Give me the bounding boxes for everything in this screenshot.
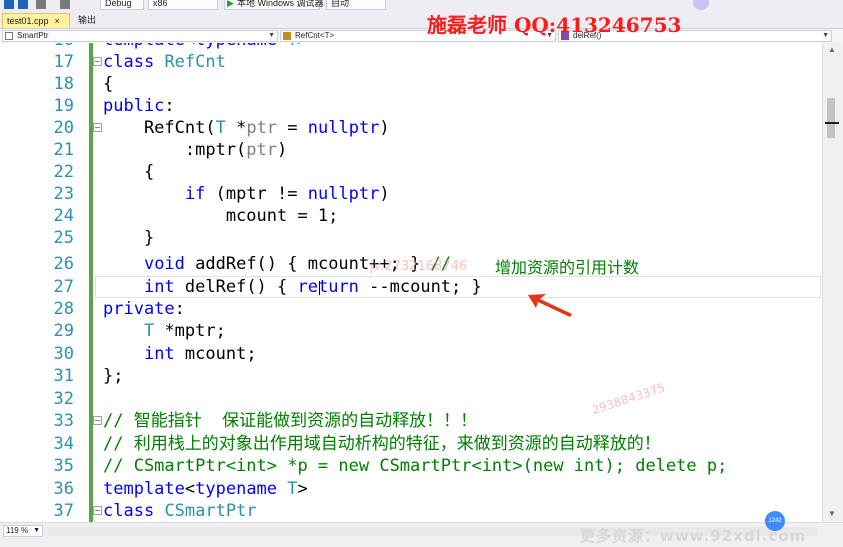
annotation-note: 增加资源的引用计数 xyxy=(495,258,640,277)
class-icon xyxy=(283,32,291,40)
code-line: 23 if (mptr != nullptr) xyxy=(53,184,390,204)
project-scope-dropdown[interactable]: SmartPtr ▼ xyxy=(2,30,278,42)
code-line: 21 :mptr(ptr) xyxy=(53,140,288,160)
tab-label: test01.cpp xyxy=(7,16,49,26)
watermark-title: 施磊老师 QQ:413246753 xyxy=(427,13,682,37)
code-line: 31}; xyxy=(53,366,124,386)
run-label: 本地 Windows 调试器 xyxy=(237,0,324,8)
document-tab-row: test01.cpp × 输出 xyxy=(0,12,843,28)
chevron-down-icon: ▼ xyxy=(268,32,275,39)
save-all-icon[interactable] xyxy=(18,0,28,9)
project-icon xyxy=(5,32,13,40)
code-line: 20− RefCnt(T *ptr = nullptr) xyxy=(53,118,390,138)
code-line: 17− class RefCnt xyxy=(53,52,226,72)
code-line: 33−// 智能指针 保证能做到资源的自动释放！！！ xyxy=(53,411,478,431)
tab-test01-cpp[interactable]: test01.cpp × xyxy=(2,13,70,28)
code-editor[interactable]: 16template<typename T> 17−class RefCnt 1… xyxy=(0,43,822,522)
scroll-marker xyxy=(825,122,839,124)
code-line: 34// 利用栈上的对象出作用域自动析构的特征，来做到资源的自动释放的！ xyxy=(53,434,661,454)
navigation-bar: SmartPtr ▼ RefCnt<T> ▼ delRef() ▼ xyxy=(0,28,843,44)
chevron-down-icon: ▼ xyxy=(33,527,40,534)
undo-icon[interactable] xyxy=(36,0,46,9)
zoom-value: 119 % xyxy=(6,526,29,535)
code-line: 32 xyxy=(53,389,74,409)
tab-label: 输出 xyxy=(78,15,97,25)
code-line: 25 } xyxy=(53,228,155,248)
code-line: 37− class CSmartPtr xyxy=(53,501,257,521)
close-tab-icon[interactable]: × xyxy=(55,14,60,28)
code-line: 30 int mcount; xyxy=(53,344,257,364)
fold-icon[interactable]: − xyxy=(93,123,102,132)
fold-icon[interactable]: − xyxy=(93,416,102,425)
code-line: 19 public: xyxy=(53,96,175,116)
feedback-icon[interactable] xyxy=(693,0,709,10)
class-value: RefCnt<T> xyxy=(295,31,335,40)
code-line: 18{ xyxy=(53,74,114,94)
project-scope-value: SmartPtr xyxy=(17,31,49,40)
platform-dropdown[interactable]: x86 xyxy=(148,0,218,10)
code-line: 22 { xyxy=(53,162,155,182)
fold-icon[interactable]: − xyxy=(93,57,102,66)
code-line: 28 private: xyxy=(53,299,185,319)
text-cursor xyxy=(319,281,320,295)
fold-icon[interactable]: − xyxy=(93,506,102,515)
notification-badge[interactable]: 1242 xyxy=(765,511,785,531)
redo-icon[interactable] xyxy=(60,0,70,9)
scroll-thumb[interactable] xyxy=(827,98,835,138)
code-line: 29 T *mptr; xyxy=(53,321,226,341)
code-line: 24 mcount = 1; xyxy=(53,206,339,226)
watermark-number: jv.2732168746 xyxy=(370,259,468,274)
tab-output[interactable]: 输出 xyxy=(74,13,98,28)
play-icon: ▶ xyxy=(227,0,234,8)
zoom-dropdown[interactable]: 119 % ▼ xyxy=(3,525,43,537)
chevron-down-icon: ▼ xyxy=(822,32,829,39)
code-line-current: 27 int delRef() { return --mcount; } xyxy=(53,277,482,297)
run-mode-dropdown[interactable]: 自动 xyxy=(326,0,386,10)
run-debugger-button[interactable]: ▶ 本地 Windows 调试器 xyxy=(224,0,324,10)
vertical-scrollbar[interactable]: ▲ ▼ xyxy=(822,43,843,522)
code-line: 36 template<typename T> xyxy=(53,479,308,499)
scroll-up-icon[interactable]: ▲ xyxy=(828,45,836,54)
config-dropdown[interactable]: Debug xyxy=(100,0,144,10)
scroll-down-icon[interactable]: ▼ xyxy=(828,509,836,518)
code-line: 35// CSmartPtr<int> *p = new CSmartPtr<i… xyxy=(53,456,728,476)
code-line: 16template<typename T> xyxy=(0,43,822,51)
annotation-arrow-icon xyxy=(528,294,572,317)
save-icon[interactable] xyxy=(4,0,14,9)
